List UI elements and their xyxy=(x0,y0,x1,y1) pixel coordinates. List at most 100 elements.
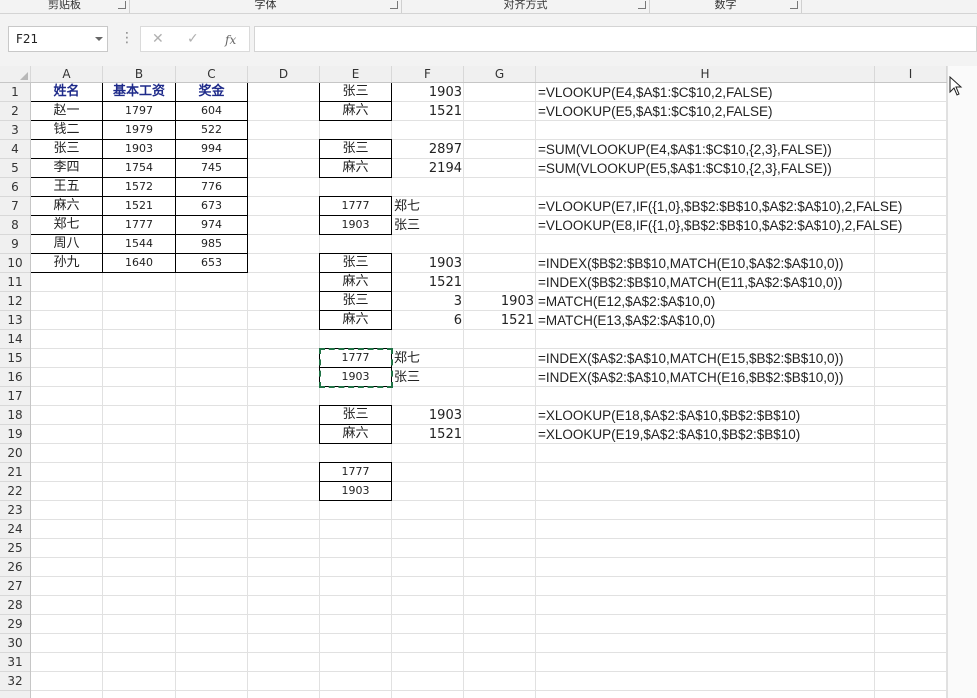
row-header-5[interactable]: 5 xyxy=(0,159,30,178)
cell-f7[interactable]: 郑七 xyxy=(392,197,464,216)
table-cell-a8[interactable]: 郑七 xyxy=(31,215,103,235)
cell-h1[interactable]: =VLOOKUP(E4,$A$1:$C$10,2,FALSE) xyxy=(536,83,775,102)
table-header-a[interactable]: 姓名 xyxy=(31,83,103,102)
table-cell-b2[interactable]: 1797 xyxy=(102,101,176,121)
cell-f4[interactable]: 2897 xyxy=(392,140,464,159)
table-cell-c4[interactable]: 994 xyxy=(175,139,248,159)
table-cell-a4[interactable]: 张三 xyxy=(31,139,103,159)
cell-e4[interactable]: 张三 xyxy=(319,139,392,159)
chevron-down-icon[interactable] xyxy=(95,37,103,41)
row-header-15[interactable]: 15 xyxy=(0,349,30,368)
row-header-32[interactable]: 32 xyxy=(0,672,30,691)
cell-e12[interactable]: 张三 xyxy=(319,291,392,311)
table-cell-c3[interactable]: 522 xyxy=(175,120,248,140)
cell-h13[interactable]: =MATCH(E13,$A$2:$A$10,0) xyxy=(536,311,717,330)
table-header-c[interactable]: 奖金 xyxy=(175,83,248,102)
table-cell-b9[interactable]: 1544 xyxy=(102,234,176,254)
table-header-b[interactable]: 基本工资 xyxy=(102,83,176,102)
table-cell-c8[interactable]: 974 xyxy=(175,215,248,235)
row-header-23[interactable]: 23 xyxy=(0,501,30,520)
column-header-f[interactable]: F xyxy=(392,66,464,82)
table-cell-b5[interactable]: 1754 xyxy=(102,158,176,178)
dialog-launcher-icon[interactable] xyxy=(790,1,798,9)
table-cell-b6[interactable]: 1572 xyxy=(102,177,176,197)
cell-e5[interactable]: 麻六 xyxy=(319,158,392,178)
cell-f8[interactable]: 张三 xyxy=(392,216,464,235)
row-header-7[interactable]: 7 xyxy=(0,197,30,216)
cell-e18[interactable]: 张三 xyxy=(319,405,392,425)
table-cell-a7[interactable]: 麻六 xyxy=(31,196,103,216)
cell-e16[interactable]: 1903 xyxy=(319,367,392,387)
cell-g13[interactable]: 1521 xyxy=(464,311,536,330)
cell-e1[interactable]: 张三 xyxy=(319,83,392,102)
row-header-13[interactable]: 13 xyxy=(0,311,30,330)
table-cell-c7[interactable]: 673 xyxy=(175,196,248,216)
row-header-24[interactable]: 24 xyxy=(0,520,30,539)
row-header-29[interactable]: 29 xyxy=(0,615,30,634)
table-cell-b3[interactable]: 1979 xyxy=(102,120,176,140)
cell-h5[interactable]: =SUM(VLOOKUP(E5,$A$1:$C$10,{2,3},FALSE)) xyxy=(536,159,834,178)
table-cell-c10[interactable]: 653 xyxy=(175,253,248,273)
column-header-d[interactable]: D xyxy=(248,66,320,82)
row-header-3[interactable]: 3 xyxy=(0,121,30,140)
table-cell-c6[interactable]: 776 xyxy=(175,177,248,197)
cell-e19[interactable]: 麻六 xyxy=(319,424,392,444)
row-header-1[interactable]: 1 xyxy=(0,83,30,102)
column-header-c[interactable]: C xyxy=(176,66,248,82)
row-header-31[interactable]: 31 xyxy=(0,653,30,672)
cell-e10[interactable]: 张三 xyxy=(319,253,392,273)
row-header-6[interactable]: 6 xyxy=(0,178,30,197)
cell-f16[interactable]: 张三 xyxy=(392,368,464,387)
dialog-launcher-icon[interactable] xyxy=(390,1,398,9)
table-cell-c2[interactable]: 604 xyxy=(175,101,248,121)
dialog-launcher-icon[interactable] xyxy=(118,1,126,9)
cell-h12[interactable]: =MATCH(E12,$A$2:$A$10,0) xyxy=(536,292,717,311)
table-cell-b10[interactable]: 1640 xyxy=(102,253,176,273)
cell-h19[interactable]: =XLOOKUP(E19,$A$2:$A$10,$B$2:$B$10) xyxy=(536,425,802,444)
column-header-g[interactable]: G xyxy=(464,66,536,82)
cell-g12[interactable]: 1903 xyxy=(464,292,536,311)
dialog-launcher-icon[interactable] xyxy=(638,1,646,9)
cell-e21[interactable]: 1777 xyxy=(319,462,392,482)
table-cell-a2[interactable]: 赵一 xyxy=(31,101,103,121)
table-cell-a3[interactable]: 钱二 xyxy=(31,120,103,140)
table-cell-b4[interactable]: 1903 xyxy=(102,139,176,159)
enter-icon[interactable]: ✓ xyxy=(187,30,199,48)
cell-h4[interactable]: =SUM(VLOOKUP(E4,$A$1:$C$10,{2,3},FALSE)) xyxy=(536,140,834,159)
row-header-22[interactable]: 22 xyxy=(0,482,30,501)
row-header-17[interactable]: 17 xyxy=(0,387,30,406)
cell-e13[interactable]: 麻六 xyxy=(319,310,392,330)
cell-h16[interactable]: =INDEX($A$2:$A$10,MATCH(E16,$B$2:$B$10,0… xyxy=(536,368,846,387)
cell-e22[interactable]: 1903 xyxy=(319,481,392,501)
cell-f2[interactable]: 1521 xyxy=(392,102,464,121)
row-header-27[interactable]: 27 xyxy=(0,577,30,596)
row-header-28[interactable]: 28 xyxy=(0,596,30,615)
cell-h2[interactable]: =VLOOKUP(E5,$A$1:$C$10,2,FALSE) xyxy=(536,102,775,121)
row-header-8[interactable]: 8 xyxy=(0,216,30,235)
cell-h10[interactable]: =INDEX($B$2:$B$10,MATCH(E10,$A$2:$A$10,0… xyxy=(536,254,846,273)
row-header-26[interactable]: 26 xyxy=(0,558,30,577)
worksheet-grid[interactable]: 姓名 基本工资 奖金 赵一 1797 604 钱二 1979 522 张三 1903 994 李四 175… xyxy=(31,83,947,698)
name-box[interactable]: F21 xyxy=(8,26,108,52)
cancel-icon[interactable]: ✕ xyxy=(152,30,164,48)
drag-handle-icon[interactable]: ⋮ xyxy=(120,30,134,46)
insert-function-icon[interactable]: fx xyxy=(225,31,236,49)
cell-f12[interactable]: 3 xyxy=(392,292,464,311)
cell-f13[interactable]: 6 xyxy=(392,311,464,330)
row-header-25[interactable]: 25 xyxy=(0,539,30,558)
column-header-i[interactable]: I xyxy=(875,66,947,82)
table-cell-b8[interactable]: 1777 xyxy=(102,215,176,235)
cell-h15[interactable]: =INDEX($A$2:$A$10,MATCH(E15,$B$2:$B$10,0… xyxy=(536,349,846,368)
column-header-e[interactable]: E xyxy=(320,66,392,82)
row-header-16[interactable]: 16 xyxy=(0,368,30,387)
cell-e7[interactable]: 1777 xyxy=(319,196,392,216)
table-cell-b7[interactable]: 1521 xyxy=(102,196,176,216)
cell-e2[interactable]: 麻六 xyxy=(319,101,392,121)
row-header-12[interactable]: 12 xyxy=(0,292,30,311)
cell-h11[interactable]: =INDEX($B$2:$B$10,MATCH(E11,$A$2:$A$10,0… xyxy=(536,273,845,292)
row-header-21[interactable]: 21 xyxy=(0,463,30,482)
cell-f15[interactable]: 郑七 xyxy=(392,349,464,368)
column-header-h[interactable]: H xyxy=(536,66,875,82)
table-cell-c9[interactable]: 985 xyxy=(175,234,248,254)
table-cell-c5[interactable]: 745 xyxy=(175,158,248,178)
